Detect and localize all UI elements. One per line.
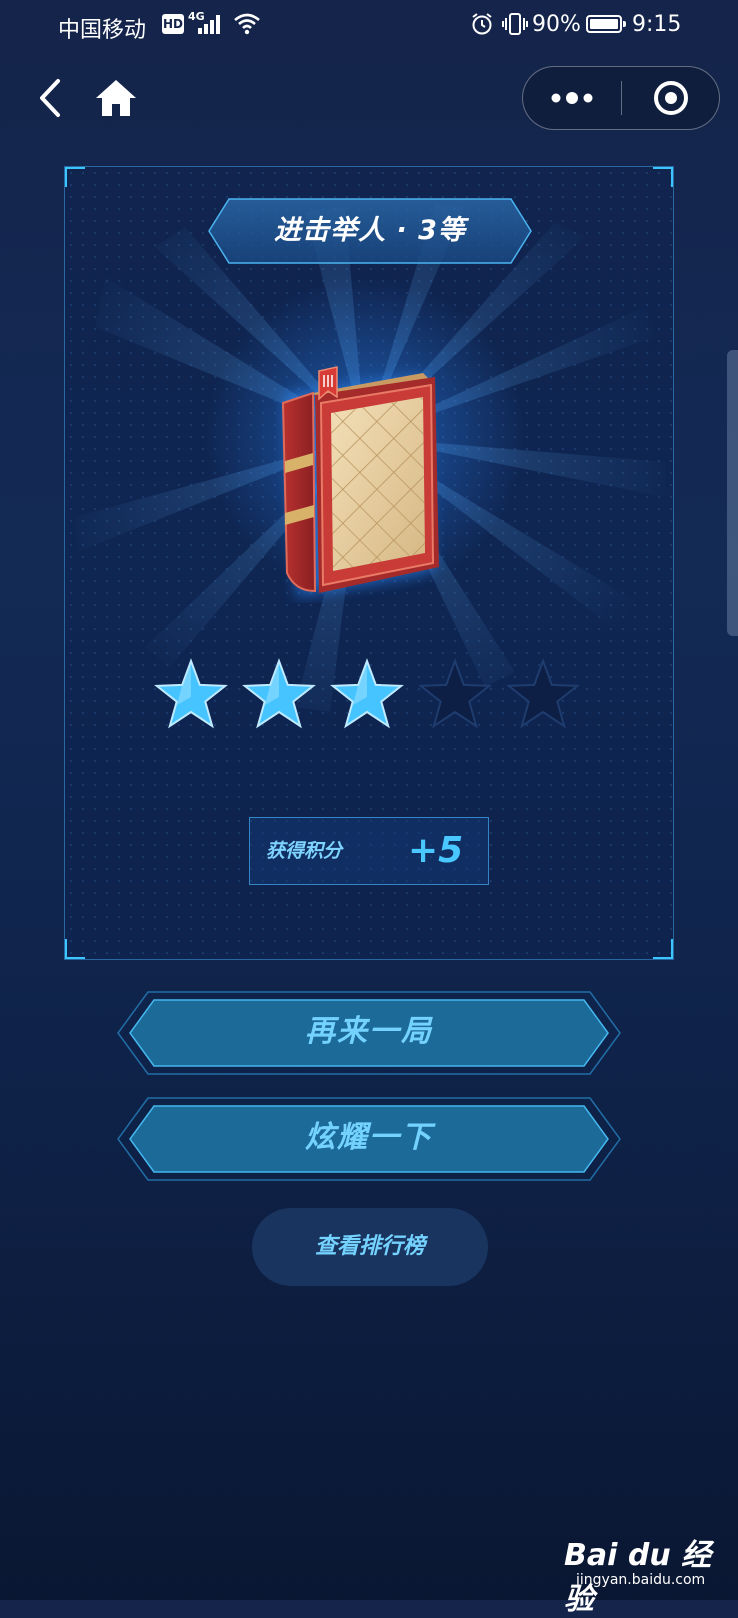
star-rating [153,657,593,733]
corner-accent [65,939,85,959]
result-card: 进击举人 · 3等 获得积分 +5 [64,166,674,960]
score-box: 获得积分 +5 [249,817,489,885]
star-filled-icon [330,658,404,729]
carrier-name: 中国移动 [58,18,147,43]
hd-badge: HD [162,14,184,34]
corner-accent [653,167,673,187]
more-dots-icon [551,92,593,104]
chevron-left-icon [40,79,60,117]
star-filled-icon [154,658,228,729]
more-button[interactable] [523,67,621,128]
corner-accent [653,939,673,959]
watermark: Bai du 经验 jingyan.baidu.com [560,1530,730,1617]
miniprogram-capsule [522,66,720,130]
status-bar: 中国移动 HD 4G 90% 9:15 [0,0,738,50]
battery-icon [586,15,626,33]
battery-percent: 90% [532,12,581,37]
target-circle-icon [654,81,688,115]
watermark-site: jingyan.baidu.com [576,1572,706,1588]
star-filled-icon [242,658,316,729]
share-label: 炫耀一下 [305,1120,433,1155]
score-value: +5 [408,830,464,871]
share-button[interactable]: 炫耀一下 [114,1094,624,1184]
play-again-label: 再来一局 [305,1014,433,1049]
result-title: 进击举人 · 3等 [274,215,466,246]
home-icon [96,80,136,116]
wifi-icon [234,13,260,35]
scrollbar[interactable] [727,350,738,636]
vibrate-icon [502,13,528,35]
book-icon [281,366,439,597]
signal-icon [198,15,220,34]
play-again-button[interactable]: 再来一局 [114,988,624,1078]
home-button[interactable] [94,76,138,120]
corner-accent [65,167,85,187]
leaderboard-button[interactable]: 查看排行榜 [252,1208,488,1286]
back-button[interactable] [34,78,64,118]
star-empty-icon [506,658,580,729]
alarm-icon [472,13,492,35]
star-empty-icon [418,658,492,729]
clock: 9:15 [632,12,682,37]
close-miniprogram-button[interactable] [622,67,718,128]
score-label: 获得积分 [266,840,343,862]
